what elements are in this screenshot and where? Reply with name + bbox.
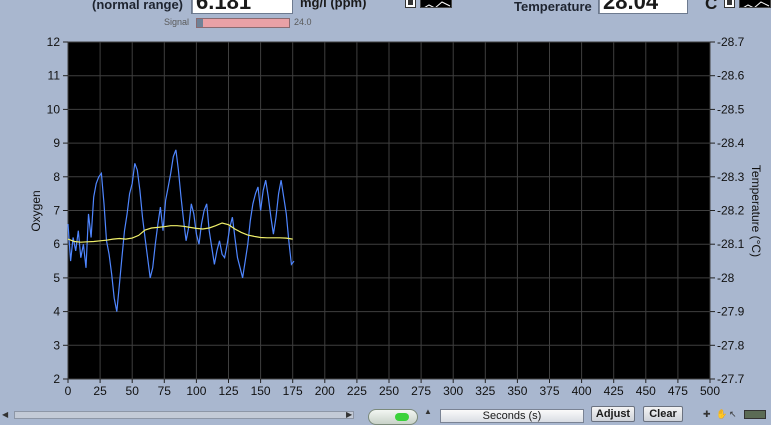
y2-axis-ticks: -27.7 -27.8 -27.9 -28 -28.1 -28.2 -28.3 -28.4 -2…	[710, 35, 745, 386]
graph-palette-icon[interactable]	[744, 410, 766, 419]
x-tick-label: 175	[283, 384, 303, 398]
x-tick-label: 200	[315, 384, 335, 398]
x-tick-label: 100	[186, 384, 206, 398]
time-scale-label: Seconds (s)	[482, 410, 542, 422]
x-tick-label: 125	[218, 384, 238, 398]
y-tick-label: 7	[53, 204, 60, 218]
y2-axis-label: Temperature (°C)	[749, 165, 763, 257]
oxygen-temperature-chart[interactable]: 0 25 50 75 100 125 150 175 200 225 250 275 300 325 350…	[0, 0, 771, 410]
x-tick-label: 400	[572, 384, 592, 398]
x-tick-label: 350	[507, 384, 527, 398]
x-axis-ticks: 0 25 50 75 100 125 150 175 200 225 250 275 300 325 350…	[65, 379, 720, 398]
y-tick-label: 9	[53, 136, 60, 150]
time-scale-select[interactable]: Seconds (s)	[440, 409, 584, 423]
x-tick-label: 250	[379, 384, 399, 398]
y-tick-label: 5	[53, 271, 60, 285]
x-tick-label: 375	[539, 384, 559, 398]
y2-tick-label: -27.7	[717, 372, 745, 386]
y-axis-ticks: 2 3 4 5 6 7 8 9 10 11 12	[47, 35, 68, 386]
y-tick-label: 10	[47, 102, 61, 116]
y2-tick-label: -27.9	[717, 305, 745, 319]
y-tick-label: 6	[53, 237, 60, 251]
x-tick-label: 0	[65, 384, 72, 398]
scroll-right-arrow[interactable]: ▶	[346, 410, 358, 419]
cursor-tool-icon[interactable]: ↖	[729, 410, 739, 419]
x-tick-label: 150	[251, 384, 271, 398]
y2-tick-label: -27.8	[717, 338, 745, 352]
y2-tick-label: -28.4	[717, 136, 745, 150]
led-icon	[395, 413, 409, 421]
y-tick-label: 3	[53, 338, 60, 352]
x-tick-label: 325	[475, 384, 495, 398]
x-tick-label: 500	[700, 384, 720, 398]
pan-tool-icon[interactable]: ✋	[716, 410, 727, 419]
y2-tick-label: -28	[717, 271, 735, 285]
adjust-button[interactable]: Adjust	[591, 406, 635, 422]
y-tick-label: 8	[53, 170, 60, 184]
y2-tick-label: -28.5	[717, 102, 745, 116]
y-tick-label: 11	[48, 69, 61, 83]
x-tick-label: 425	[604, 384, 624, 398]
x-tick-label: 75	[158, 384, 172, 398]
x-tick-label: 25	[93, 384, 107, 398]
y2-tick-label: -28.6	[717, 69, 745, 83]
zoom-tool-icon[interactable]: ✚	[703, 410, 713, 419]
y2-tick-label: -28.2	[717, 204, 745, 218]
time-spin-up[interactable]: ▲	[424, 408, 434, 416]
y2-tick-label: -28.3	[717, 170, 745, 184]
x-tick-label: 475	[668, 384, 688, 398]
horizontal-scrollbar[interactable]	[14, 411, 354, 419]
y-tick-label: 12	[47, 35, 61, 49]
x-tick-label: 275	[411, 384, 431, 398]
scroll-left-arrow[interactable]: ◀	[2, 410, 14, 419]
y-tick-label: 4	[53, 305, 60, 319]
y2-tick-label: -28.7	[717, 35, 745, 49]
x-tick-label: 450	[636, 384, 656, 398]
x-tick-label: 300	[443, 384, 463, 398]
x-tick-label: 50	[126, 384, 140, 398]
clear-button[interactable]: Clear	[643, 406, 683, 422]
y-axis-label: Oxygen	[29, 190, 43, 231]
start-toggle-button[interactable]	[368, 409, 418, 425]
y-tick-label: 2	[53, 372, 60, 386]
x-tick-label: 225	[347, 384, 367, 398]
y2-tick-label: -28.1	[717, 237, 745, 251]
